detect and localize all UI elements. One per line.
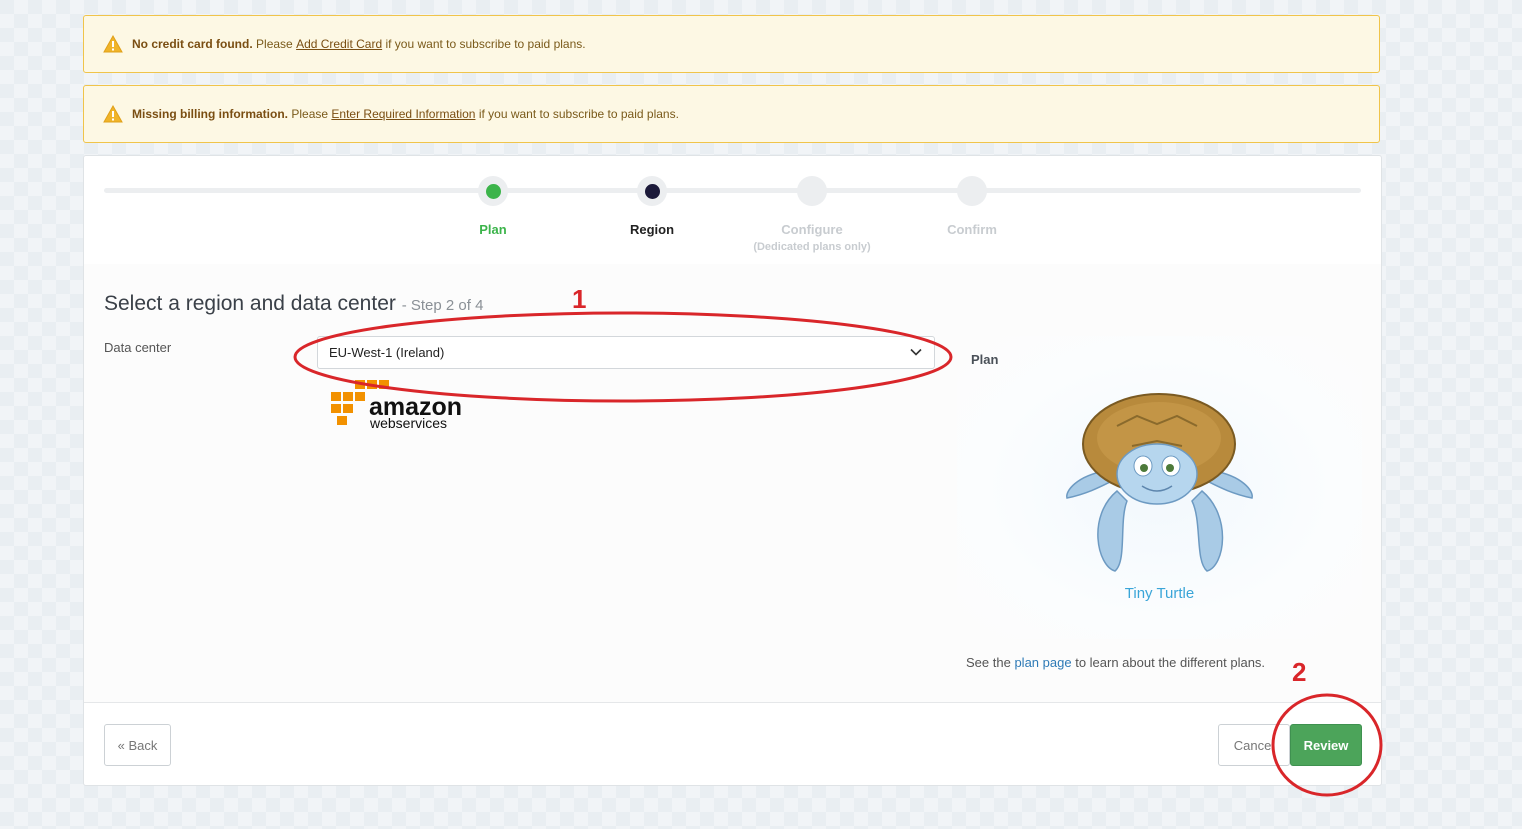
alert-post: if you want to subscribe to paid plans. (478, 107, 679, 121)
annotation-number-2: 2 (1292, 657, 1307, 687)
plan-card: Tiny Turtle (957, 336, 1362, 639)
plan-note: See the plan page to learn about the dif… (966, 655, 1265, 670)
step-done-dot (485, 183, 501, 199)
review-button[interactable]: Review (1290, 724, 1362, 766)
warning-icon (103, 105, 123, 123)
aws-cubes-icon: amazon webservices (331, 380, 462, 431)
plan-note-post: to learn about the different plans. (1075, 655, 1266, 670)
annotation-number-1: 1 (572, 284, 587, 314)
step-configure: Configure (Dedicated plans only) (722, 176, 902, 253)
back-button[interactable]: « Back (104, 724, 171, 766)
aws-logo: amazon webservices (327, 379, 462, 436)
step-active-dot (644, 183, 660, 199)
plan-name: Tiny Turtle (1124, 585, 1195, 602)
aws-subtitle: webservices (369, 415, 447, 431)
turtle-mascot (1066, 393, 1253, 572)
plan-label: Plan (971, 352, 999, 367)
data-center-select[interactable]: EU-West-1 (Ireland) (317, 336, 935, 369)
plan-note-pre: See the (966, 655, 1011, 670)
alert-post: if you want to subscribe to paid plans. (385, 37, 586, 51)
region-form: Select a region and data center - Step 2… (84, 264, 1381, 703)
wizard-card: Plan Region Configure (Dedicated plans o… (83, 155, 1382, 786)
section-title-text: Select a region and data center (104, 292, 396, 315)
step-label: Region (629, 222, 675, 237)
alert-title: Missing billing information. (132, 107, 288, 121)
add-credit-card-link[interactable]: Add Credit Card (296, 37, 382, 51)
alert-title: No credit card found. (132, 37, 253, 51)
alert-pre: Please (291, 107, 329, 121)
chevron-down-icon (910, 348, 922, 356)
cancel-button[interactable]: Cancel (1218, 724, 1290, 766)
data-center-label: Data center (104, 340, 172, 355)
alert-missing-billing: Missing billing information. Please Ente… (83, 85, 1380, 143)
step-confirm: Confirm (882, 176, 1062, 237)
step-plan[interactable]: Plan (403, 176, 583, 237)
page-title: Select a region and data center - Step 2… (104, 292, 483, 316)
data-center-value: EU-West-1 (Ireland) (329, 345, 445, 360)
enter-required-information-link[interactable]: Enter Required Information (331, 107, 475, 121)
progress-stepper: Plan Region Configure (Dedicated plans o… (84, 156, 1381, 265)
warning-icon (103, 35, 123, 53)
step-label: Configure (781, 222, 843, 237)
step-region[interactable]: Region (562, 176, 742, 237)
plan-page-link[interactable]: plan page (1014, 655, 1071, 670)
step-sublabel: (Dedicated plans only) (753, 241, 871, 253)
step-label: Confirm (947, 222, 997, 237)
step-label: Plan (479, 222, 507, 237)
step-indicator: - Step 2 of 4 (401, 297, 484, 314)
alert-no-credit-card: No credit card found. Please Add Credit … (83, 15, 1380, 73)
alert-pre: Please (256, 37, 293, 51)
